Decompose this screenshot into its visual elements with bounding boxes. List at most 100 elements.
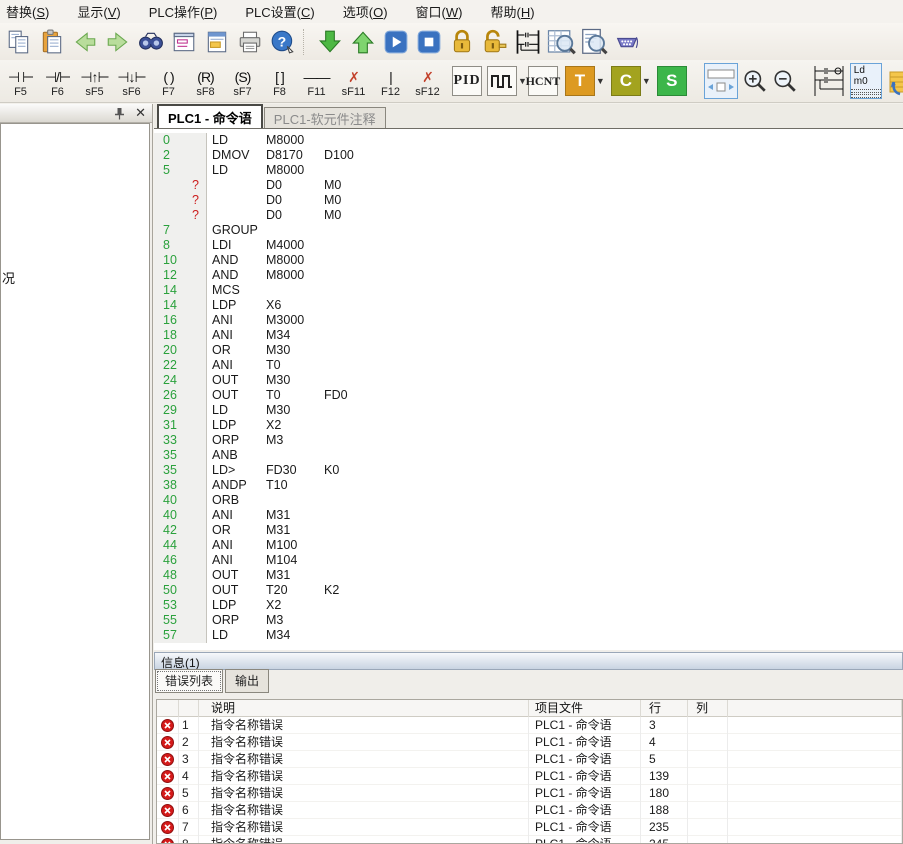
- ladder-tool-button[interactable]: (R) sF8: [187, 62, 224, 100]
- data-monitor-icon[interactable]: [577, 26, 610, 58]
- code-line[interactable]: ? D0 M0: [154, 193, 903, 208]
- header-line[interactable]: 行: [641, 700, 688, 717]
- code-line[interactable]: 12 AND M8000: [154, 268, 903, 283]
- code-line[interactable]: 20 OR M30: [154, 343, 903, 358]
- counter-button[interactable]: C: [611, 66, 641, 96]
- error-row[interactable]: 2 指令名称错误 PLC1 - 命令语 4: [157, 734, 902, 751]
- ladder-tool-button[interactable]: —— F11: [298, 62, 335, 100]
- code-line[interactable]: ? D0 M0: [154, 208, 903, 223]
- counter-dropdown-arrow-icon[interactable]: ▼: [642, 66, 651, 96]
- run-plc-icon[interactable]: [379, 26, 412, 58]
- tree-item-fragment[interactable]: 况: [2, 268, 15, 287]
- ladder-monitor-icon[interactable]: [511, 26, 544, 58]
- timer-button[interactable]: T: [565, 66, 595, 96]
- ladder-view-button[interactable]: [812, 63, 846, 99]
- ladder-tool-button[interactable]: ( ) F7: [150, 62, 187, 100]
- code-line[interactable]: 46 ANI M104: [154, 553, 903, 568]
- code-line[interactable]: 55 ORP M3: [154, 613, 903, 628]
- menu-item[interactable]: PLC设置(C): [239, 0, 320, 24]
- code-line[interactable]: 35 LD> FD30 K0: [154, 463, 903, 478]
- lock-icon[interactable]: [445, 26, 478, 58]
- ladder-tool-button[interactable]: | F12: [372, 62, 409, 100]
- copy-icon[interactable]: [2, 26, 35, 58]
- code-line[interactable]: 48 OUT M31: [154, 568, 903, 583]
- convert-view-button[interactable]: [886, 63, 903, 99]
- code-line[interactable]: 26 OUT T0 FD0: [154, 388, 903, 403]
- instruction-list-view-button[interactable]: Ld m0: [850, 63, 882, 99]
- code-line[interactable]: 10 AND M8000: [154, 253, 903, 268]
- paste-icon[interactable]: [35, 26, 68, 58]
- code-line[interactable]: 0 LD M8000: [154, 133, 903, 148]
- code-line[interactable]: 2 DMOV D8170 D100: [154, 148, 903, 163]
- code-line[interactable]: 31 LDP X2: [154, 418, 903, 433]
- code-line[interactable]: 18 ANI M34: [154, 328, 903, 343]
- ladder-tool-button[interactable]: ⊣↑⊢ sF5: [76, 62, 113, 100]
- error-row[interactable]: 6 指令名称错误 PLC1 - 命令语 188: [157, 802, 902, 819]
- code-line[interactable]: 5 LD M8000: [154, 163, 903, 178]
- error-row[interactable]: 5 指令名称错误 PLC1 - 命令语 180: [157, 785, 902, 802]
- ladder-tool-button[interactable]: ⊣ ⊢ F5: [2, 62, 39, 100]
- stop-plc-icon[interactable]: [412, 26, 445, 58]
- download-to-plc-icon[interactable]: [313, 26, 346, 58]
- code-line[interactable]: 40 ANI M31: [154, 508, 903, 523]
- upload-from-plc-icon[interactable]: [346, 26, 379, 58]
- ladder-tool-button[interactable]: [ ] F8: [261, 62, 298, 100]
- menu-item[interactable]: 窗口(W): [410, 0, 469, 24]
- code-line[interactable]: 14 MCS: [154, 283, 903, 298]
- nav-overview-button[interactable]: [704, 63, 738, 99]
- print-icon[interactable]: [233, 26, 266, 58]
- code-line[interactable]: 57 LD M34: [154, 628, 903, 643]
- error-row[interactable]: 8 指令名称错误 PLC1 - 命令语 245: [157, 836, 902, 844]
- code-line[interactable]: 35 ANB: [154, 448, 903, 463]
- instruction-list-editor[interactable]: 0 LD M8000 2 DMOV D8170 D100: [154, 130, 903, 647]
- header-description[interactable]: 说明: [199, 700, 529, 717]
- code-line[interactable]: 40 ORB: [154, 493, 903, 508]
- header-column[interactable]: 列: [688, 700, 728, 717]
- serial-port-icon[interactable]: [610, 26, 643, 58]
- help-icon[interactable]: ?: [266, 26, 299, 58]
- unlock-icon[interactable]: [478, 26, 511, 58]
- menu-item[interactable]: 选项(O): [337, 0, 394, 24]
- zoom-in-button[interactable]: [742, 63, 768, 99]
- editor-tab[interactable]: PLC1 - 命令语: [157, 104, 263, 128]
- pin-icon[interactable]: [114, 107, 125, 120]
- info-tab[interactable]: 错误列表: [155, 669, 223, 693]
- timer-dropdown-arrow-icon[interactable]: ▼: [596, 66, 605, 96]
- zoom-out-button[interactable]: [772, 63, 798, 99]
- code-line[interactable]: ? D0 M0: [154, 178, 903, 193]
- error-row[interactable]: 1 指令名称错误 PLC1 - 命令语 3: [157, 717, 902, 734]
- ladder-tool-button[interactable]: (S) sF7: [224, 62, 261, 100]
- code-line[interactable]: 50 OUT T20 K2: [154, 583, 903, 598]
- menu-item[interactable]: 显示(V): [71, 0, 126, 24]
- find-replace-icon[interactable]: [167, 26, 200, 58]
- info-tab[interactable]: 输出: [225, 669, 269, 693]
- error-row[interactable]: 7 指令名称错误 PLC1 - 命令语 235: [157, 819, 902, 836]
- menu-item[interactable]: 替换(S): [0, 0, 55, 24]
- panel-body[interactable]: 况: [0, 123, 150, 840]
- ladder-tool-button[interactable]: ✗ sF12: [409, 62, 446, 100]
- menu-item[interactable]: 帮助(H): [485, 0, 541, 24]
- forward-icon[interactable]: [101, 26, 134, 58]
- code-line[interactable]: 22 ANI T0: [154, 358, 903, 373]
- code-line[interactable]: 14 LDP X6: [154, 298, 903, 313]
- state-button[interactable]: S: [657, 66, 687, 96]
- menu-item[interactable]: PLC操作(P): [143, 0, 224, 24]
- back-icon[interactable]: [68, 26, 101, 58]
- code-line[interactable]: 7 GROUP: [154, 223, 903, 238]
- code-line[interactable]: 8 LDI M4000: [154, 238, 903, 253]
- ladder-tool-button[interactable]: ⊣↓⊢ sF6: [113, 62, 150, 100]
- hcnt-button[interactable]: HCNT: [528, 66, 558, 96]
- code-line[interactable]: 16 ANI M3000: [154, 313, 903, 328]
- editor-tab[interactable]: PLC1-软元件注释: [264, 107, 386, 128]
- pid-button[interactable]: PID: [452, 66, 482, 96]
- code-line[interactable]: 33 ORP M3: [154, 433, 903, 448]
- ladder-tool-button[interactable]: ✗ sF11: [335, 62, 372, 100]
- code-line[interactable]: 38 ANDP T10: [154, 478, 903, 493]
- code-line[interactable]: 42 OR M31: [154, 523, 903, 538]
- header-project-file[interactable]: 项目文件: [529, 700, 641, 717]
- ladder-tool-button[interactable]: ⊣/⊢ F6: [39, 62, 76, 100]
- find-icon[interactable]: [134, 26, 167, 58]
- error-row[interactable]: 4 指令名称错误 PLC1 - 命令语 139: [157, 768, 902, 785]
- output-window-icon[interactable]: [200, 26, 233, 58]
- code-line[interactable]: 29 LD M30: [154, 403, 903, 418]
